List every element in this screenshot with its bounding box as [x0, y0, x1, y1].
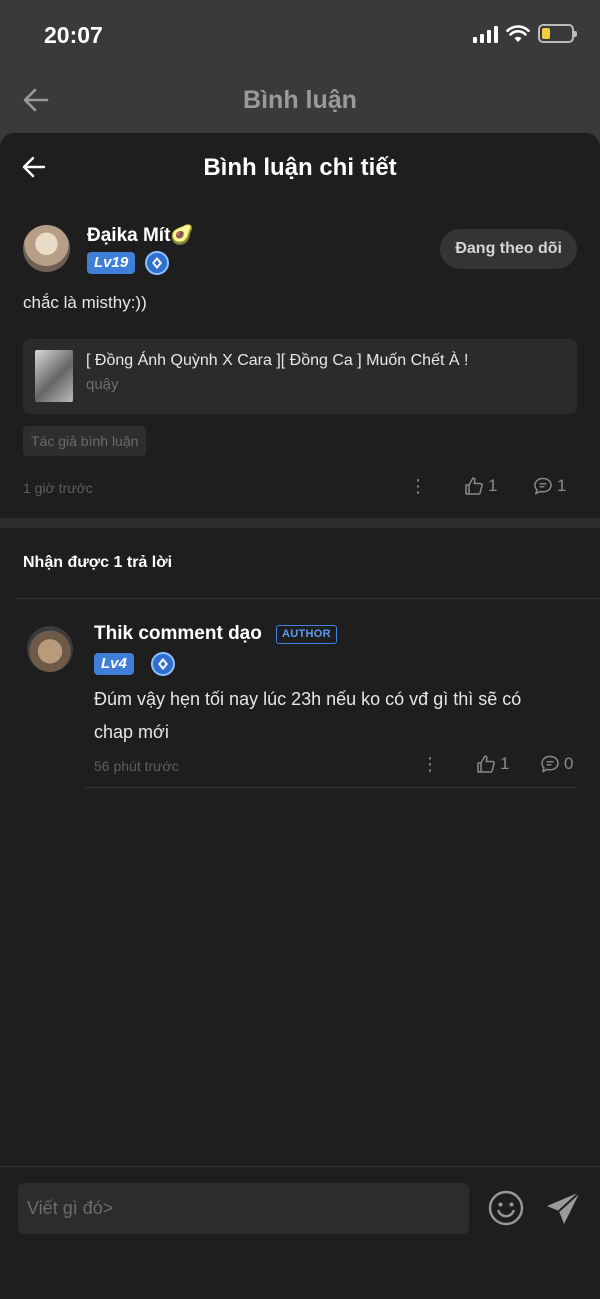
divider: [15, 598, 600, 599]
emoji-icon[interactable]: [487, 1189, 525, 1227]
comment-user-name[interactable]: Đạika Mít🥑: [87, 223, 194, 247]
comment-text: chắc là misthy:)): [23, 293, 147, 312]
comment-icon: [534, 477, 552, 495]
status-time: 20:07: [44, 22, 103, 48]
background-page-title: Bình luận: [243, 86, 357, 114]
page-title: Bình luận chi tiết: [203, 154, 397, 181]
cellular-signal-icon: [473, 25, 498, 43]
comment-detail-sheet: Bình luận chi tiết Đạika Mít🥑 Lv19 Đang …: [0, 133, 600, 1299]
following-button[interactable]: Đang theo dõi: [440, 229, 577, 269]
reply-button[interactable]: 1: [533, 476, 566, 496]
diamond-icon: [151, 652, 175, 676]
story-thumbnail: [35, 350, 73, 402]
sheet-header: Bình luận chi tiết: [0, 133, 600, 203]
reply-button[interactable]: 0: [540, 754, 573, 774]
comment-input-bar: Viết gì đó>: [0, 1166, 600, 1299]
reply-count: 0: [564, 754, 574, 773]
send-icon[interactable]: [545, 1189, 583, 1227]
reply-text: Đúm vậy hẹn tối nay lúc 23h nếu ko có vđ…: [94, 689, 522, 742]
background-header: Bình luận: [0, 70, 600, 132]
status-bar: 20:07: [0, 0, 600, 70]
story-subtitle: quậy: [86, 376, 119, 393]
reply-count: 1: [557, 476, 567, 495]
divider: [85, 787, 577, 788]
like-button[interactable]: 1: [464, 476, 497, 496]
more-options-icon[interactable]: ⋮: [421, 755, 439, 773]
replies-count-heading: Nhận được 1 trả lời: [23, 554, 173, 571]
story-card[interactable]: [ Đồng Ánh Quỳnh X Cara ][ Đồng Ca ] Muố…: [23, 339, 577, 414]
comment-input[interactable]: Viết gì đó>: [18, 1183, 469, 1234]
like-count: 1: [488, 476, 498, 495]
level-badge: Lv4: [94, 653, 134, 675]
author-badge: AUTHOR: [276, 625, 337, 644]
diamond-icon: [145, 251, 169, 275]
section-divider: [0, 518, 600, 528]
reply-meta: 56 phút trước: [94, 753, 179, 779]
level-badge: Lv19: [87, 252, 136, 274]
comment-meta: 1 giờ trước: [23, 475, 93, 501]
wifi-icon: [506, 24, 530, 42]
reply-user-name[interactable]: Thik comment dạo: [94, 623, 262, 645]
more-options-icon[interactable]: ⋮: [409, 477, 427, 495]
reply-time: 56 phút trước: [94, 758, 179, 774]
like-button[interactable]: 1: [476, 754, 509, 774]
avatar[interactable]: [27, 626, 73, 672]
comment-time: 1 giờ trước: [23, 480, 93, 496]
thumbs-up-icon: [465, 477, 483, 495]
comment-author-tag: Tác giả bình luận: [23, 426, 147, 456]
like-count: 1: [500, 754, 510, 773]
thumbs-up-icon: [477, 755, 495, 773]
battery-icon: [538, 24, 577, 43]
comment-icon: [541, 755, 559, 773]
story-title: [ Đồng Ánh Quỳnh X Cara ][ Đồng Ca ] Muố…: [86, 352, 469, 369]
status-icons: [473, 24, 577, 43]
avatar[interactable]: [23, 225, 70, 272]
